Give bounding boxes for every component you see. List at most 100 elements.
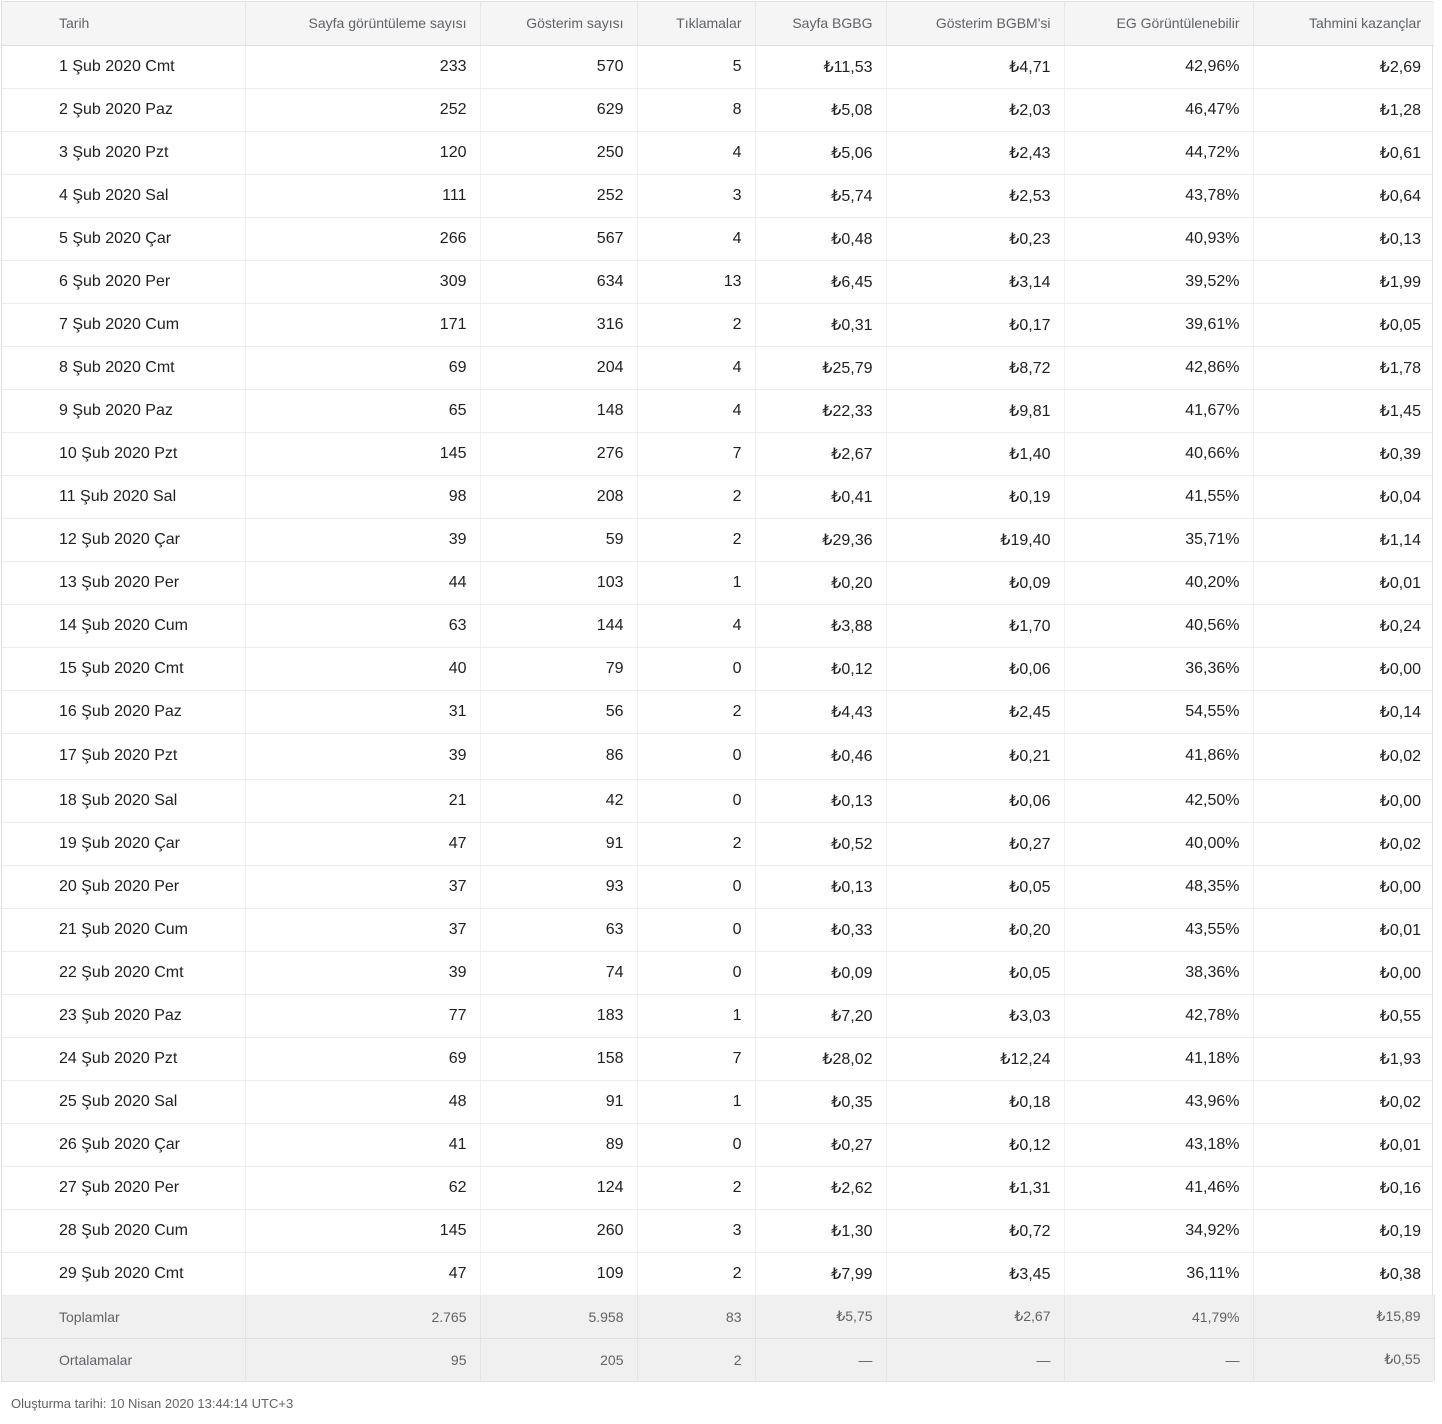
cell-estimated-earnings: ₺0,02 — [1253, 822, 1434, 866]
cell-page-views: 120 — [245, 131, 481, 175]
cell-active-view-viewable: 41,67% — [1064, 389, 1254, 433]
cell-date: 6 Şub 2020 Per — [2, 260, 246, 304]
cell-date: 10 Şub 2020 Pzt — [2, 432, 246, 476]
cell-estimated-earnings: ₺0,13 — [1253, 217, 1434, 261]
cell-clicks: 2 — [637, 1252, 756, 1296]
cell-estimated-earnings: ₺0,38 — [1253, 1252, 1434, 1296]
cell-date: 12 Şub 2020 Çar — [2, 518, 246, 562]
cell-active-view-viewable: 54,55% — [1064, 690, 1254, 734]
summary-cell-impressions: 205 — [480, 1338, 638, 1381]
cell-impressions: 103 — [480, 561, 638, 605]
cell-page-rpm: ₺5,06 — [755, 131, 887, 175]
cell-page-rpm: ₺22,33 — [755, 389, 887, 433]
cell-date: 5 Şub 2020 Çar — [2, 217, 246, 261]
cell-active-view-viewable: 46,47% — [1064, 88, 1254, 132]
cell-impression-rpm: ₺1,40 — [886, 432, 1065, 476]
cell-date: 26 Şub 2020 Çar — [2, 1123, 246, 1167]
cell-page-views: 39 — [245, 951, 481, 995]
cell-estimated-earnings: ₺0,01 — [1253, 908, 1434, 952]
cell-date: 19 Şub 2020 Çar — [2, 822, 246, 866]
cell-impressions: 63 — [480, 908, 638, 952]
cell-page-views: 266 — [245, 217, 481, 261]
cell-page-rpm: ₺0,52 — [755, 822, 887, 866]
cell-page-rpm: ₺5,74 — [755, 174, 887, 218]
column-header-clicks[interactable]: Tıklamalar — [637, 2, 756, 46]
cell-estimated-earnings: ₺1,28 — [1253, 88, 1434, 132]
cell-date: 22 Şub 2020 Cmt — [2, 951, 246, 995]
cell-page-views: 37 — [245, 865, 481, 909]
cell-estimated-earnings: ₺0,55 — [1253, 994, 1434, 1038]
cell-clicks: 13 — [637, 260, 756, 304]
cell-active-view-viewable: 39,61% — [1064, 303, 1254, 347]
cell-clicks: 4 — [637, 131, 756, 175]
cell-date: 7 Şub 2020 Cum — [2, 303, 246, 347]
cell-impressions: 204 — [480, 346, 638, 390]
summary-cell-clicks: 83 — [637, 1295, 756, 1339]
cell-active-view-viewable: 35,71% — [1064, 518, 1254, 562]
summary-cell-active-view-viewable: — — [1064, 1338, 1254, 1381]
column-header-estimated-earnings[interactable]: Tahmini kazançlar — [1253, 2, 1434, 46]
cell-page-views: 69 — [245, 346, 481, 390]
column-header-date[interactable]: Tarih — [2, 2, 246, 46]
cell-estimated-earnings: ₺1,14 — [1253, 518, 1434, 562]
cell-active-view-viewable: 41,46% — [1064, 1166, 1254, 1210]
summary-cell-active-view-viewable: 41,79% — [1064, 1295, 1254, 1339]
cell-estimated-earnings: ₺1,45 — [1253, 389, 1434, 433]
cell-page-views: 233 — [245, 45, 481, 89]
table-row: 2 Şub 2020 Paz 252 629 8 ₺5,08 ₺2,03 46,47% ₺1,… — [2, 88, 1434, 132]
cell-date: 18 Şub 2020 Sal — [2, 779, 246, 823]
cell-impression-rpm: ₺0,05 — [886, 865, 1065, 909]
cell-page-views: 69 — [245, 1037, 481, 1081]
summary-cell-clicks: 2 — [637, 1338, 756, 1381]
cell-active-view-viewable: 38,36% — [1064, 951, 1254, 995]
cell-clicks: 2 — [637, 303, 756, 347]
summary-cell-page-rpm: ₺5,75 — [755, 1295, 887, 1339]
cell-page-views: 39 — [245, 733, 481, 780]
cell-impression-rpm: ₺2,53 — [886, 174, 1065, 218]
cell-page-views: 39 — [245, 518, 481, 562]
cell-impressions: 250 — [480, 131, 638, 175]
column-header-active-view-viewable[interactable]: EG Görüntülenebilir — [1064, 2, 1254, 46]
cell-page-views: 47 — [245, 1252, 481, 1296]
cell-impression-rpm: ₺0,72 — [886, 1209, 1065, 1253]
cell-page-views: 40 — [245, 647, 481, 691]
cell-impressions: 148 — [480, 389, 638, 433]
cell-active-view-viewable: 41,86% — [1064, 733, 1254, 780]
cell-active-view-viewable: 34,92% — [1064, 1209, 1254, 1253]
cell-active-view-viewable: 42,96% — [1064, 45, 1254, 89]
cell-impression-rpm: ₺3,45 — [886, 1252, 1065, 1296]
cell-impression-rpm: ₺0,19 — [886, 475, 1065, 519]
cell-impressions: 79 — [480, 647, 638, 691]
cell-estimated-earnings: ₺0,00 — [1253, 865, 1434, 909]
cell-active-view-viewable: 48,35% — [1064, 865, 1254, 909]
cell-page-views: 252 — [245, 88, 481, 132]
cell-impression-rpm: ₺9,81 — [886, 389, 1065, 433]
cell-date: 2 Şub 2020 Paz — [2, 88, 246, 132]
cell-date: 3 Şub 2020 Pzt — [2, 131, 246, 175]
cell-clicks: 4 — [637, 217, 756, 261]
column-header-page-views[interactable]: Sayfa görüntüleme sayısı — [245, 2, 481, 46]
column-header-page-rpm[interactable]: Sayfa BGBG — [755, 2, 887, 46]
cell-page-views: 37 — [245, 908, 481, 952]
column-header-impression-rpm[interactable]: Gösterim BGBM'si — [886, 2, 1065, 46]
cell-active-view-viewable: 42,50% — [1064, 779, 1254, 823]
table-row: 15 Şub 2020 Cmt 40 79 0 ₺0,12 ₺0,06 36,36% ₺0,0… — [2, 647, 1434, 691]
table-row: 9 Şub 2020 Paz 65 148 4 ₺22,33 ₺9,81 41,67% ₺1,… — [2, 389, 1434, 433]
cell-impression-rpm: ₺0,09 — [886, 561, 1065, 605]
cell-active-view-viewable: 41,18% — [1064, 1037, 1254, 1081]
cell-page-rpm: ₺7,99 — [755, 1252, 887, 1296]
cell-clicks: 0 — [637, 647, 756, 691]
column-header-impressions[interactable]: Gösterim sayısı — [480, 2, 638, 46]
summary-cell-impression-rpm: ₺2,67 — [886, 1295, 1065, 1339]
cell-impressions: 144 — [480, 604, 638, 648]
cell-page-rpm: ₺25,79 — [755, 346, 887, 390]
cell-date: 15 Şub 2020 Cmt — [2, 647, 246, 691]
cell-page-rpm: ₺2,67 — [755, 432, 887, 476]
cell-clicks: 4 — [637, 604, 756, 648]
cell-estimated-earnings: ₺0,39 — [1253, 432, 1434, 476]
cell-clicks: 4 — [637, 389, 756, 433]
cell-page-rpm: ₺0,13 — [755, 865, 887, 909]
cell-date: 28 Şub 2020 Cum — [2, 1209, 246, 1253]
summary-cell-estimated-earnings: ₺15,89 — [1253, 1295, 1435, 1339]
cell-estimated-earnings: ₺0,24 — [1253, 604, 1434, 648]
